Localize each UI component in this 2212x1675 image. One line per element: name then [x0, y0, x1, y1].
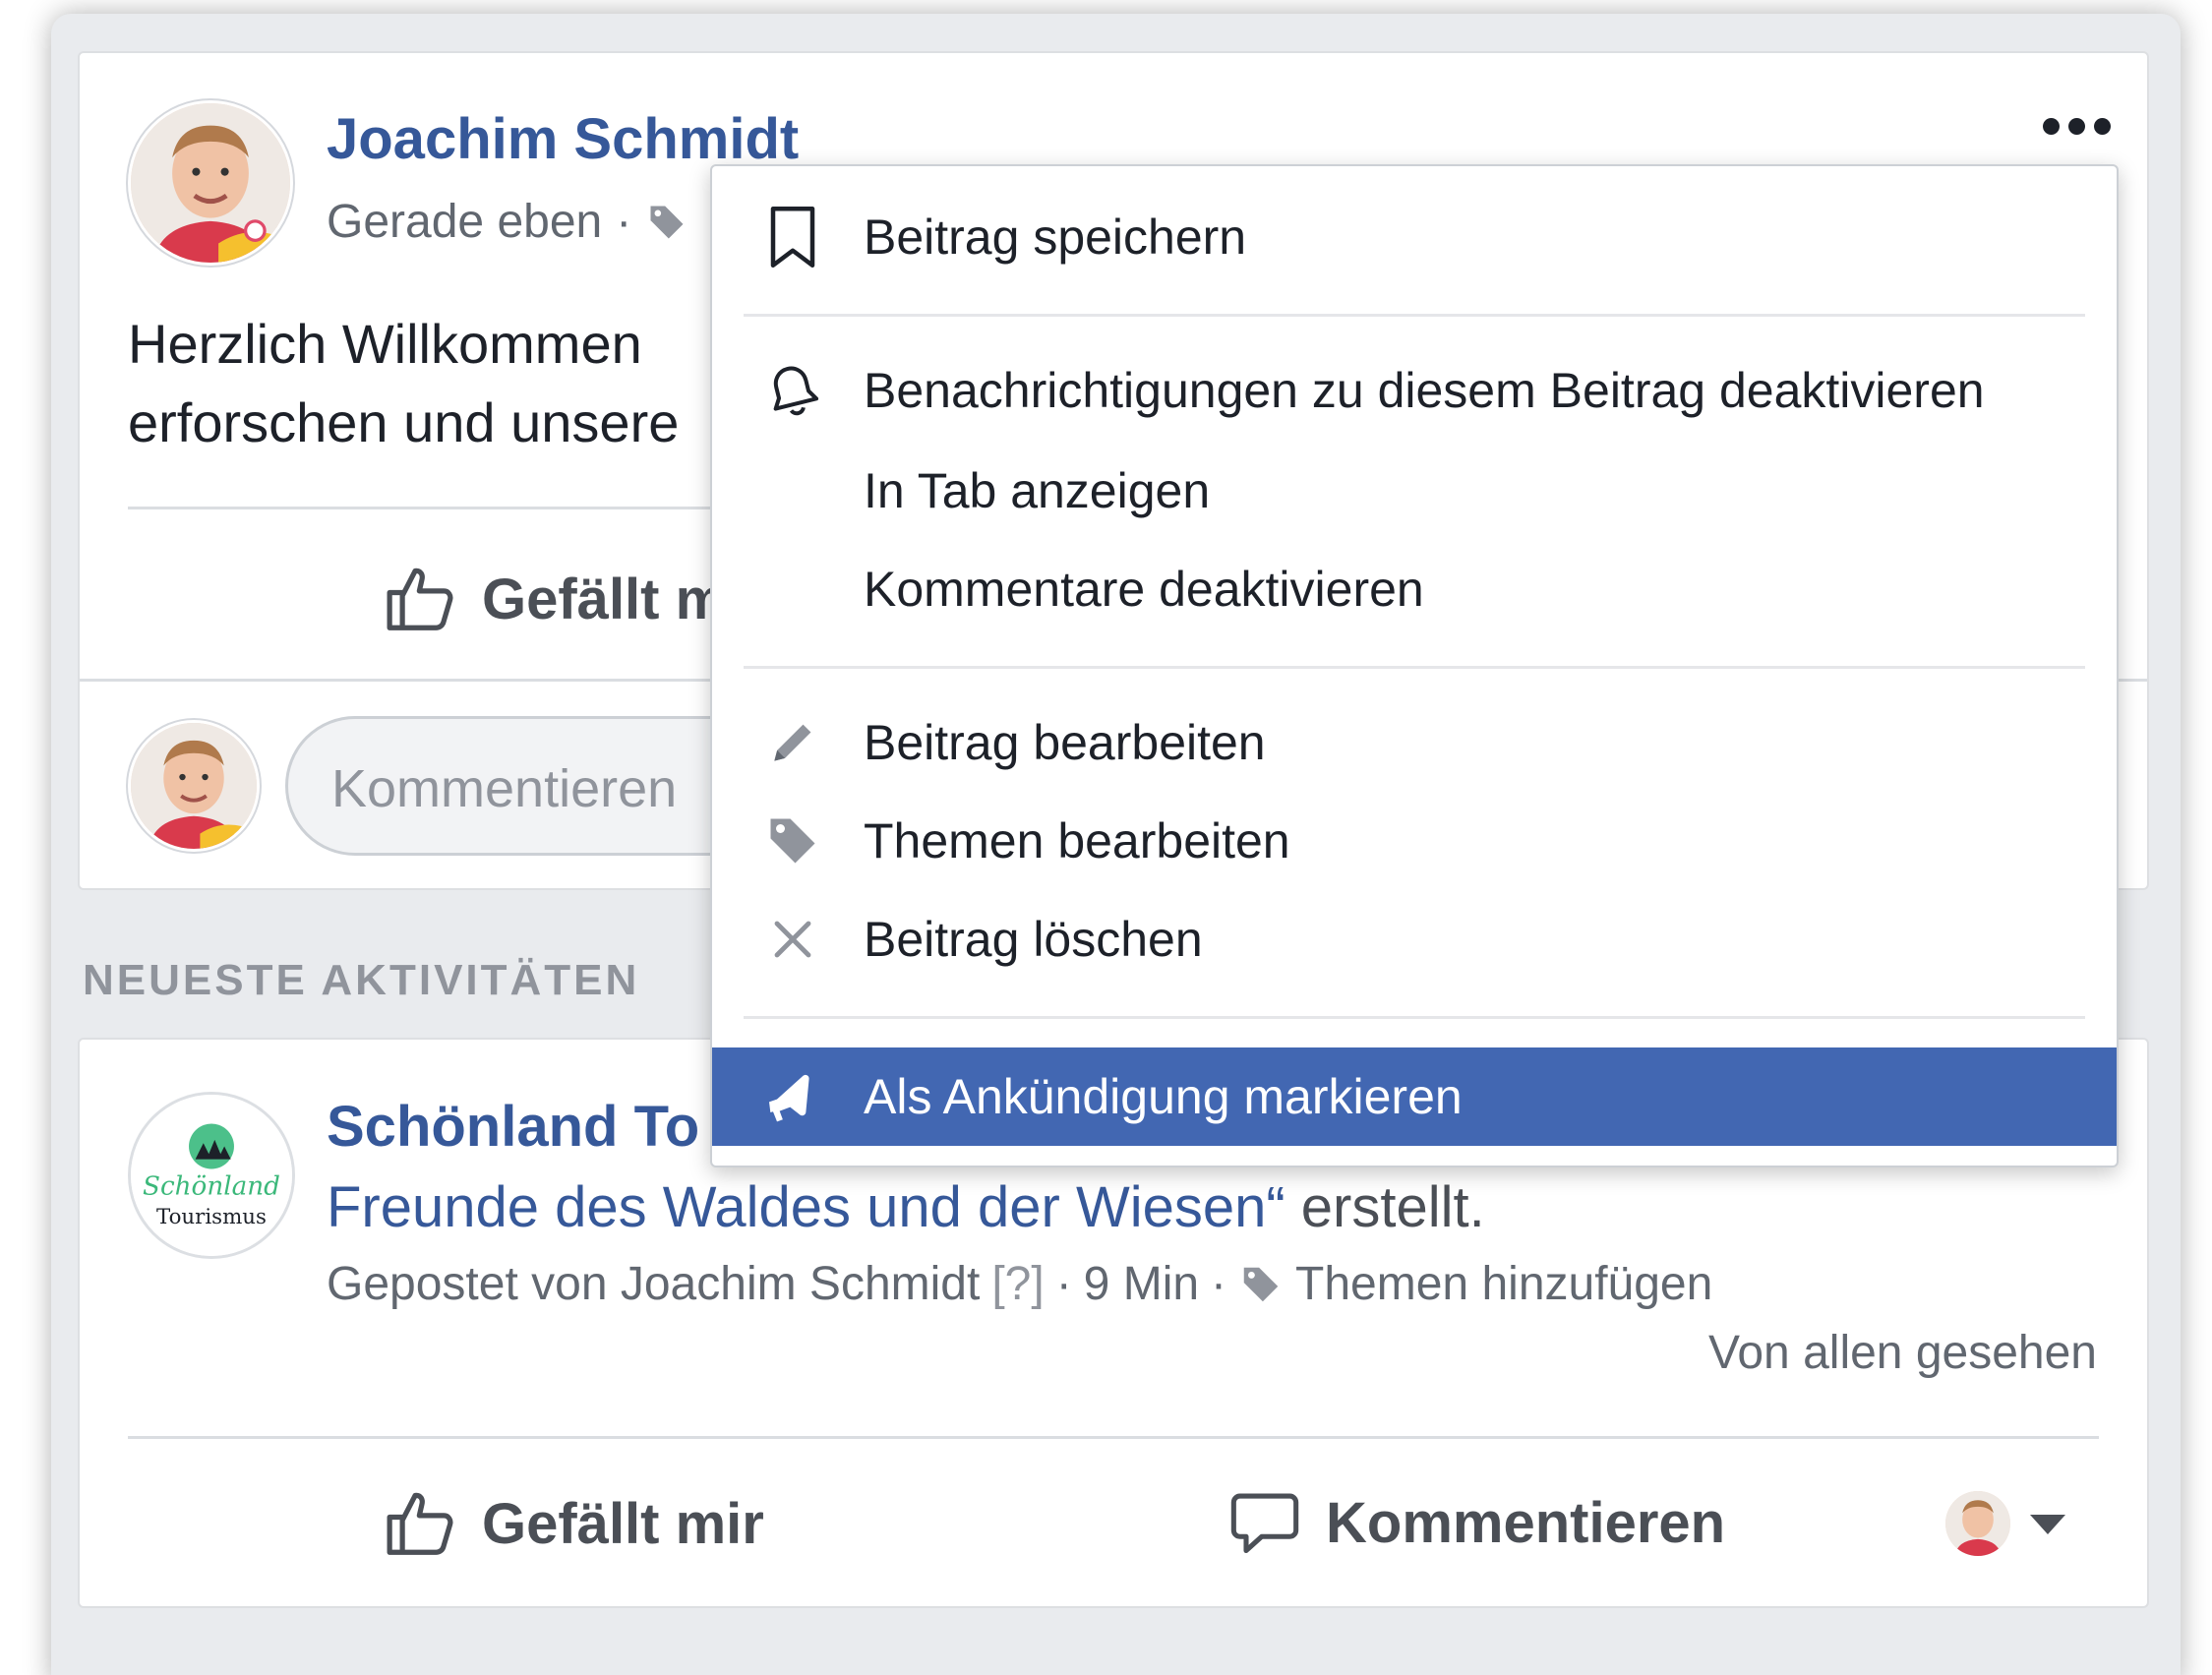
- menu-item-label: Kommentare deaktivieren: [864, 562, 1424, 617]
- menu-item-disable-notifications[interactable]: Benachrichtigungen zu diesem Beitrag dea…: [712, 343, 2117, 438]
- more-options-icon[interactable]: [2043, 118, 2111, 135]
- activity-meta: Gepostet von Joachim Schmidt [?] · 9 Min…: [327, 1257, 1712, 1311]
- menu-item-disable-comments[interactable]: Kommentare deaktivieren: [712, 542, 2117, 636]
- menu-item-label: Beitrag bearbeiten: [864, 715, 1266, 770]
- menu-item-edit-post[interactable]: Beitrag bearbeiten: [712, 695, 2117, 790]
- activity-comment-label: Kommentieren: [1326, 1490, 1726, 1555]
- activity-time[interactable]: 9 Min: [1084, 1257, 1199, 1311]
- page-logo[interactable]: Schönland Tourismus: [128, 1092, 295, 1259]
- activity-page-name[interactable]: Schönland To: [327, 1094, 699, 1160]
- chevron-down-icon[interactable]: [2030, 1515, 2065, 1534]
- posted-by[interactable]: Gepostet von Joachim Schmidt: [327, 1257, 980, 1311]
- bell-icon: [761, 359, 824, 422]
- bookmark-icon: [761, 206, 824, 269]
- menu-item-label: In Tab anzeigen: [864, 463, 1211, 518]
- menu-item-save-post[interactable]: Beitrag speichern: [712, 190, 2117, 284]
- post-text: Herzlich Willkommen erforschen und unser…: [128, 313, 680, 453]
- close-icon: [761, 908, 824, 971]
- pencil-icon: [761, 711, 824, 774]
- comment-placeholder: Kommentieren: [331, 759, 678, 818]
- commenter-avatar: [128, 720, 260, 852]
- like-button[interactable]: Gefällt m: [382, 561, 726, 637]
- time-separator: ·: [1055, 1258, 1072, 1310]
- tag-icon: [1243, 1267, 1279, 1301]
- post-options-menu: Beitrag speichern Benachrichtigungen zu …: [710, 164, 2119, 1167]
- post-author-name[interactable]: Joachim Schmidt: [327, 106, 799, 172]
- menu-item-mark-announcement[interactable]: Als Ankündigung markieren: [712, 1047, 2117, 1146]
- group-suffix: erstellt.: [1285, 1175, 1485, 1239]
- tag-separator: ·: [1211, 1258, 1227, 1310]
- menu-item-label: Benachrichtigungen zu diesem Beitrag dea…: [864, 363, 1985, 418]
- menu-item-label: Themen bearbeiten: [864, 813, 1290, 868]
- menu-item-edit-topics[interactable]: Themen bearbeiten: [712, 794, 2117, 888]
- menu-item-label: Beitrag löschen: [864, 912, 1203, 967]
- tag-icon: [761, 809, 824, 872]
- logo-text-tourismus: Tourismus: [156, 1205, 267, 1229]
- menu-item-label: Beitrag speichern: [864, 209, 1247, 265]
- activity-comment-button[interactable]: Kommentieren: [1227, 1485, 1725, 1560]
- activity-group-line: Freunde des Waldes und der Wiesen“ erste…: [327, 1174, 1485, 1240]
- menu-item-show-in-tab[interactable]: In Tab anzeigen: [712, 444, 2117, 538]
- seen-by-all[interactable]: Von allen gesehen: [1708, 1326, 2097, 1380]
- activity-like-label: Gefällt mir: [482, 1491, 764, 1556]
- tag-icon[interactable]: [645, 201, 688, 244]
- menu-item-delete-post[interactable]: Beitrag löschen: [712, 892, 2117, 987]
- menu-divider: [744, 1016, 2085, 1019]
- thumbs-up-icon: [387, 568, 453, 630]
- meta-separator: ·: [616, 196, 632, 248]
- megaphone-icon: [761, 1065, 824, 1128]
- menu-divider: [744, 314, 2085, 317]
- author-avatar[interactable]: [128, 100, 293, 266]
- section-title: NEUESTE AKTIVITÄTEN: [83, 956, 640, 1004]
- post-time[interactable]: Gerade eben: [327, 195, 602, 249]
- like-label: Gefällt m: [482, 567, 727, 631]
- thumbs-up-icon: [387, 1492, 453, 1555]
- logo-text-schoenland: Schönland: [143, 1172, 280, 1202]
- help-link[interactable]: [?]: [991, 1257, 1044, 1311]
- activity-divider: [128, 1436, 2099, 1439]
- comment-bubble-icon: [1230, 1493, 1299, 1554]
- activity-like-button[interactable]: Gefällt mir: [382, 1485, 764, 1562]
- menu-divider: [744, 666, 2085, 669]
- group-link[interactable]: Freunde des Waldes und der Wiesen“: [327, 1175, 1285, 1239]
- post-meta: Gerade eben ·: [327, 195, 688, 249]
- post-as-avatar[interactable]: [1945, 1491, 2010, 1556]
- menu-item-label: Als Ankündigung markieren: [864, 1069, 1463, 1124]
- add-topics-link[interactable]: Themen hinzufügen: [1295, 1257, 1712, 1311]
